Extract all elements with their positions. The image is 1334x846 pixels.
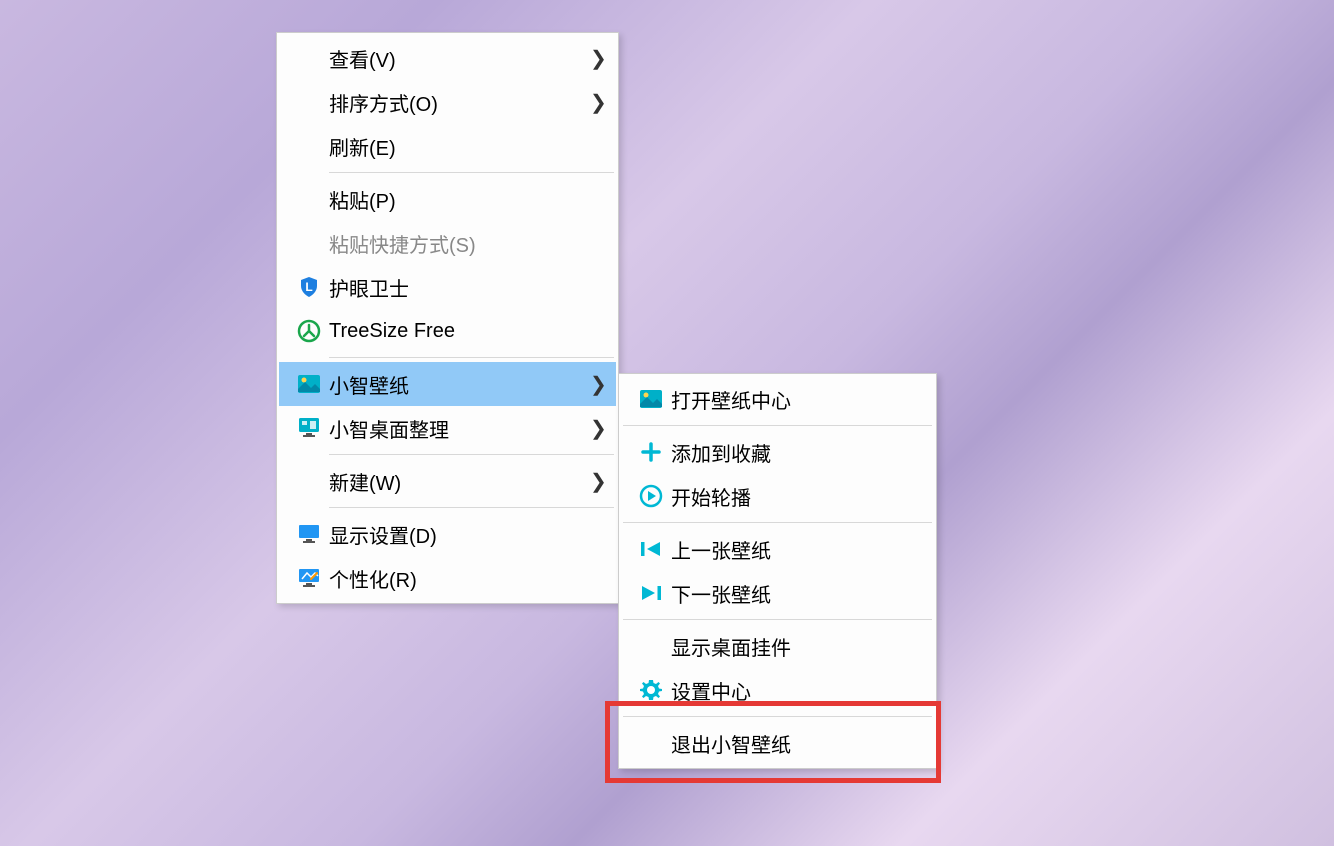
blank-icon <box>289 459 329 503</box>
menu-label: 护眼卫士 <box>329 273 606 302</box>
menu-separator <box>329 172 614 173</box>
menu-label: 查看(V) <box>329 44 590 73</box>
chevron-right-icon: ❯ <box>590 90 606 115</box>
menu-separator <box>329 357 614 358</box>
menu-item-refresh[interactable]: 刷新(E) <box>279 124 616 168</box>
menu-label: 刷新(E) <box>329 132 606 161</box>
menu-label: 排序方式(O) <box>329 88 590 117</box>
menu-item-paste-shortcut: 粘贴快捷方式(S) <box>279 221 616 265</box>
menu-separator <box>623 716 932 717</box>
menu-label: 新建(W) <box>329 467 590 496</box>
wallpaper-submenu: 打开壁纸中心 添加到收藏 开始轮播 上一张壁纸 下一张壁纸 显示桌面挂件 <box>618 373 937 769</box>
menu-label: 添加到收藏 <box>671 438 924 467</box>
chevron-right-icon: ❯ <box>590 372 606 397</box>
menu-item-xiaozhi-wallpaper[interactable]: 小智壁纸 ❯ <box>279 362 616 406</box>
desktop-context-menu: 查看(V) ❯ 排序方式(O) ❯ 刷新(E) 粘贴(P) 粘贴快捷方式(S) … <box>276 32 619 604</box>
menu-separator <box>623 425 932 426</box>
submenu-item-add-favorite[interactable]: 添加到收藏 <box>621 430 934 474</box>
menu-label: 显示设置(D) <box>329 520 606 549</box>
submenu-item-prev-wallpaper[interactable]: 上一张壁纸 <box>621 527 934 571</box>
shield-icon: L <box>289 265 329 309</box>
gear-icon <box>631 668 671 712</box>
blank-icon <box>289 124 329 168</box>
wallpaper-icon <box>289 362 329 406</box>
chevron-right-icon: ❯ <box>590 46 606 71</box>
menu-separator <box>329 507 614 508</box>
menu-label: TreeSize Free <box>329 320 606 343</box>
svg-text:L: L <box>305 280 312 294</box>
menu-separator <box>329 454 614 455</box>
personalize-icon <box>289 556 329 600</box>
menu-label: 开始轮播 <box>671 482 924 511</box>
menu-item-eye-protection[interactable]: L 护眼卫士 <box>279 265 616 309</box>
menu-label: 粘贴(P) <box>329 185 606 214</box>
menu-item-new[interactable]: 新建(W) ❯ <box>279 459 616 503</box>
menu-label: 粘贴快捷方式(S) <box>329 229 606 258</box>
menu-label: 个性化(R) <box>329 564 606 593</box>
menu-label: 上一张壁纸 <box>671 535 924 564</box>
menu-item-view[interactable]: 查看(V) ❯ <box>279 36 616 80</box>
menu-item-xiaozhi-desktop[interactable]: 小智桌面整理 ❯ <box>279 406 616 450</box>
chevron-right-icon: ❯ <box>590 469 606 494</box>
chevron-right-icon: ❯ <box>590 416 606 441</box>
submenu-item-open-center[interactable]: 打开壁纸中心 <box>621 377 934 421</box>
menu-label: 下一张壁纸 <box>671 579 924 608</box>
menu-item-sort[interactable]: 排序方式(O) ❯ <box>279 80 616 124</box>
menu-item-paste[interactable]: 粘贴(P) <box>279 177 616 221</box>
submenu-item-start-slideshow[interactable]: 开始轮播 <box>621 474 934 518</box>
menu-label: 小智壁纸 <box>329 370 590 399</box>
display-icon <box>289 512 329 556</box>
blank-icon <box>289 80 329 124</box>
previous-icon <box>631 527 671 571</box>
next-icon <box>631 571 671 615</box>
menu-item-personalize[interactable]: 个性化(R) <box>279 556 616 600</box>
menu-label: 显示桌面挂件 <box>671 632 924 661</box>
menu-item-treesize[interactable]: TreeSize Free <box>279 309 616 353</box>
blank-icon <box>631 721 671 765</box>
menu-item-display-settings[interactable]: 显示设置(D) <box>279 512 616 556</box>
menu-separator <box>623 619 932 620</box>
menu-label: 设置中心 <box>671 676 924 705</box>
blank-icon <box>289 177 329 221</box>
blank-icon <box>289 221 329 265</box>
submenu-item-show-widgets[interactable]: 显示桌面挂件 <box>621 624 934 668</box>
blank-icon <box>289 36 329 80</box>
wallpaper-center-icon <box>631 377 671 421</box>
menu-label: 打开壁纸中心 <box>671 385 924 414</box>
treesize-icon <box>289 309 329 353</box>
blank-icon <box>631 624 671 668</box>
desktop-organize-icon <box>289 406 329 450</box>
submenu-item-settings-center[interactable]: 设置中心 <box>621 668 934 712</box>
menu-label: 小智桌面整理 <box>329 414 590 443</box>
play-icon <box>631 474 671 518</box>
menu-separator <box>623 522 932 523</box>
submenu-item-exit[interactable]: 退出小智壁纸 <box>621 721 934 765</box>
submenu-item-next-wallpaper[interactable]: 下一张壁纸 <box>621 571 934 615</box>
plus-icon <box>631 430 671 474</box>
menu-label: 退出小智壁纸 <box>671 729 924 758</box>
